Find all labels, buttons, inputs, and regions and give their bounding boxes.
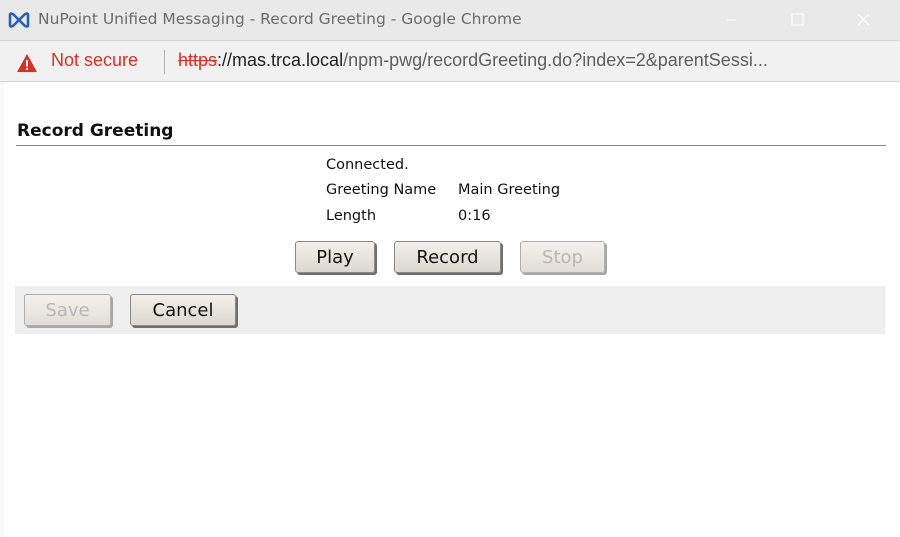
close-icon[interactable] — [840, 0, 886, 40]
nupoint-logo-icon — [8, 12, 30, 28]
page-edge — [0, 82, 4, 537]
address-divider — [164, 50, 165, 74]
warning-icon[interactable] — [16, 53, 38, 73]
address-bar[interactable]: Not secure https://mas.trca.local/npm-pw… — [0, 40, 900, 82]
connection-status: Connected. — [326, 157, 409, 173]
length-label: Length — [326, 208, 377, 224]
url-text[interactable]: https://mas.trca.local/npm-pwg/recordGre… — [178, 50, 893, 71]
greeting-name-value: Main Greeting — [458, 182, 561, 198]
page-title: Record Greeting — [17, 121, 174, 141]
url-host: ://mas.trca.local — [217, 50, 344, 70]
security-status[interactable]: Not secure — [51, 50, 138, 71]
play-button[interactable]: Play — [295, 241, 375, 273]
length-value: 0:16 — [458, 208, 491, 224]
cancel-button[interactable]: Cancel — [130, 294, 236, 326]
title-divider — [16, 145, 886, 146]
url-scheme: https — [178, 50, 218, 70]
minimize-icon[interactable] — [708, 0, 754, 40]
record-button[interactable]: Record — [394, 241, 501, 273]
window-titlebar: NuPoint Unified Messaging - Record Greet… — [0, 0, 900, 40]
greeting-name-label: Greeting Name — [326, 182, 437, 198]
url-path: /npm-pwg/recordGreeting.do?index=2&paren… — [343, 50, 768, 70]
window-title: NuPoint Unified Messaging - Record Greet… — [38, 10, 522, 28]
stop-button[interactable]: Stop — [520, 241, 605, 273]
save-button[interactable]: Save — [24, 294, 111, 326]
maximize-icon[interactable] — [774, 0, 820, 40]
